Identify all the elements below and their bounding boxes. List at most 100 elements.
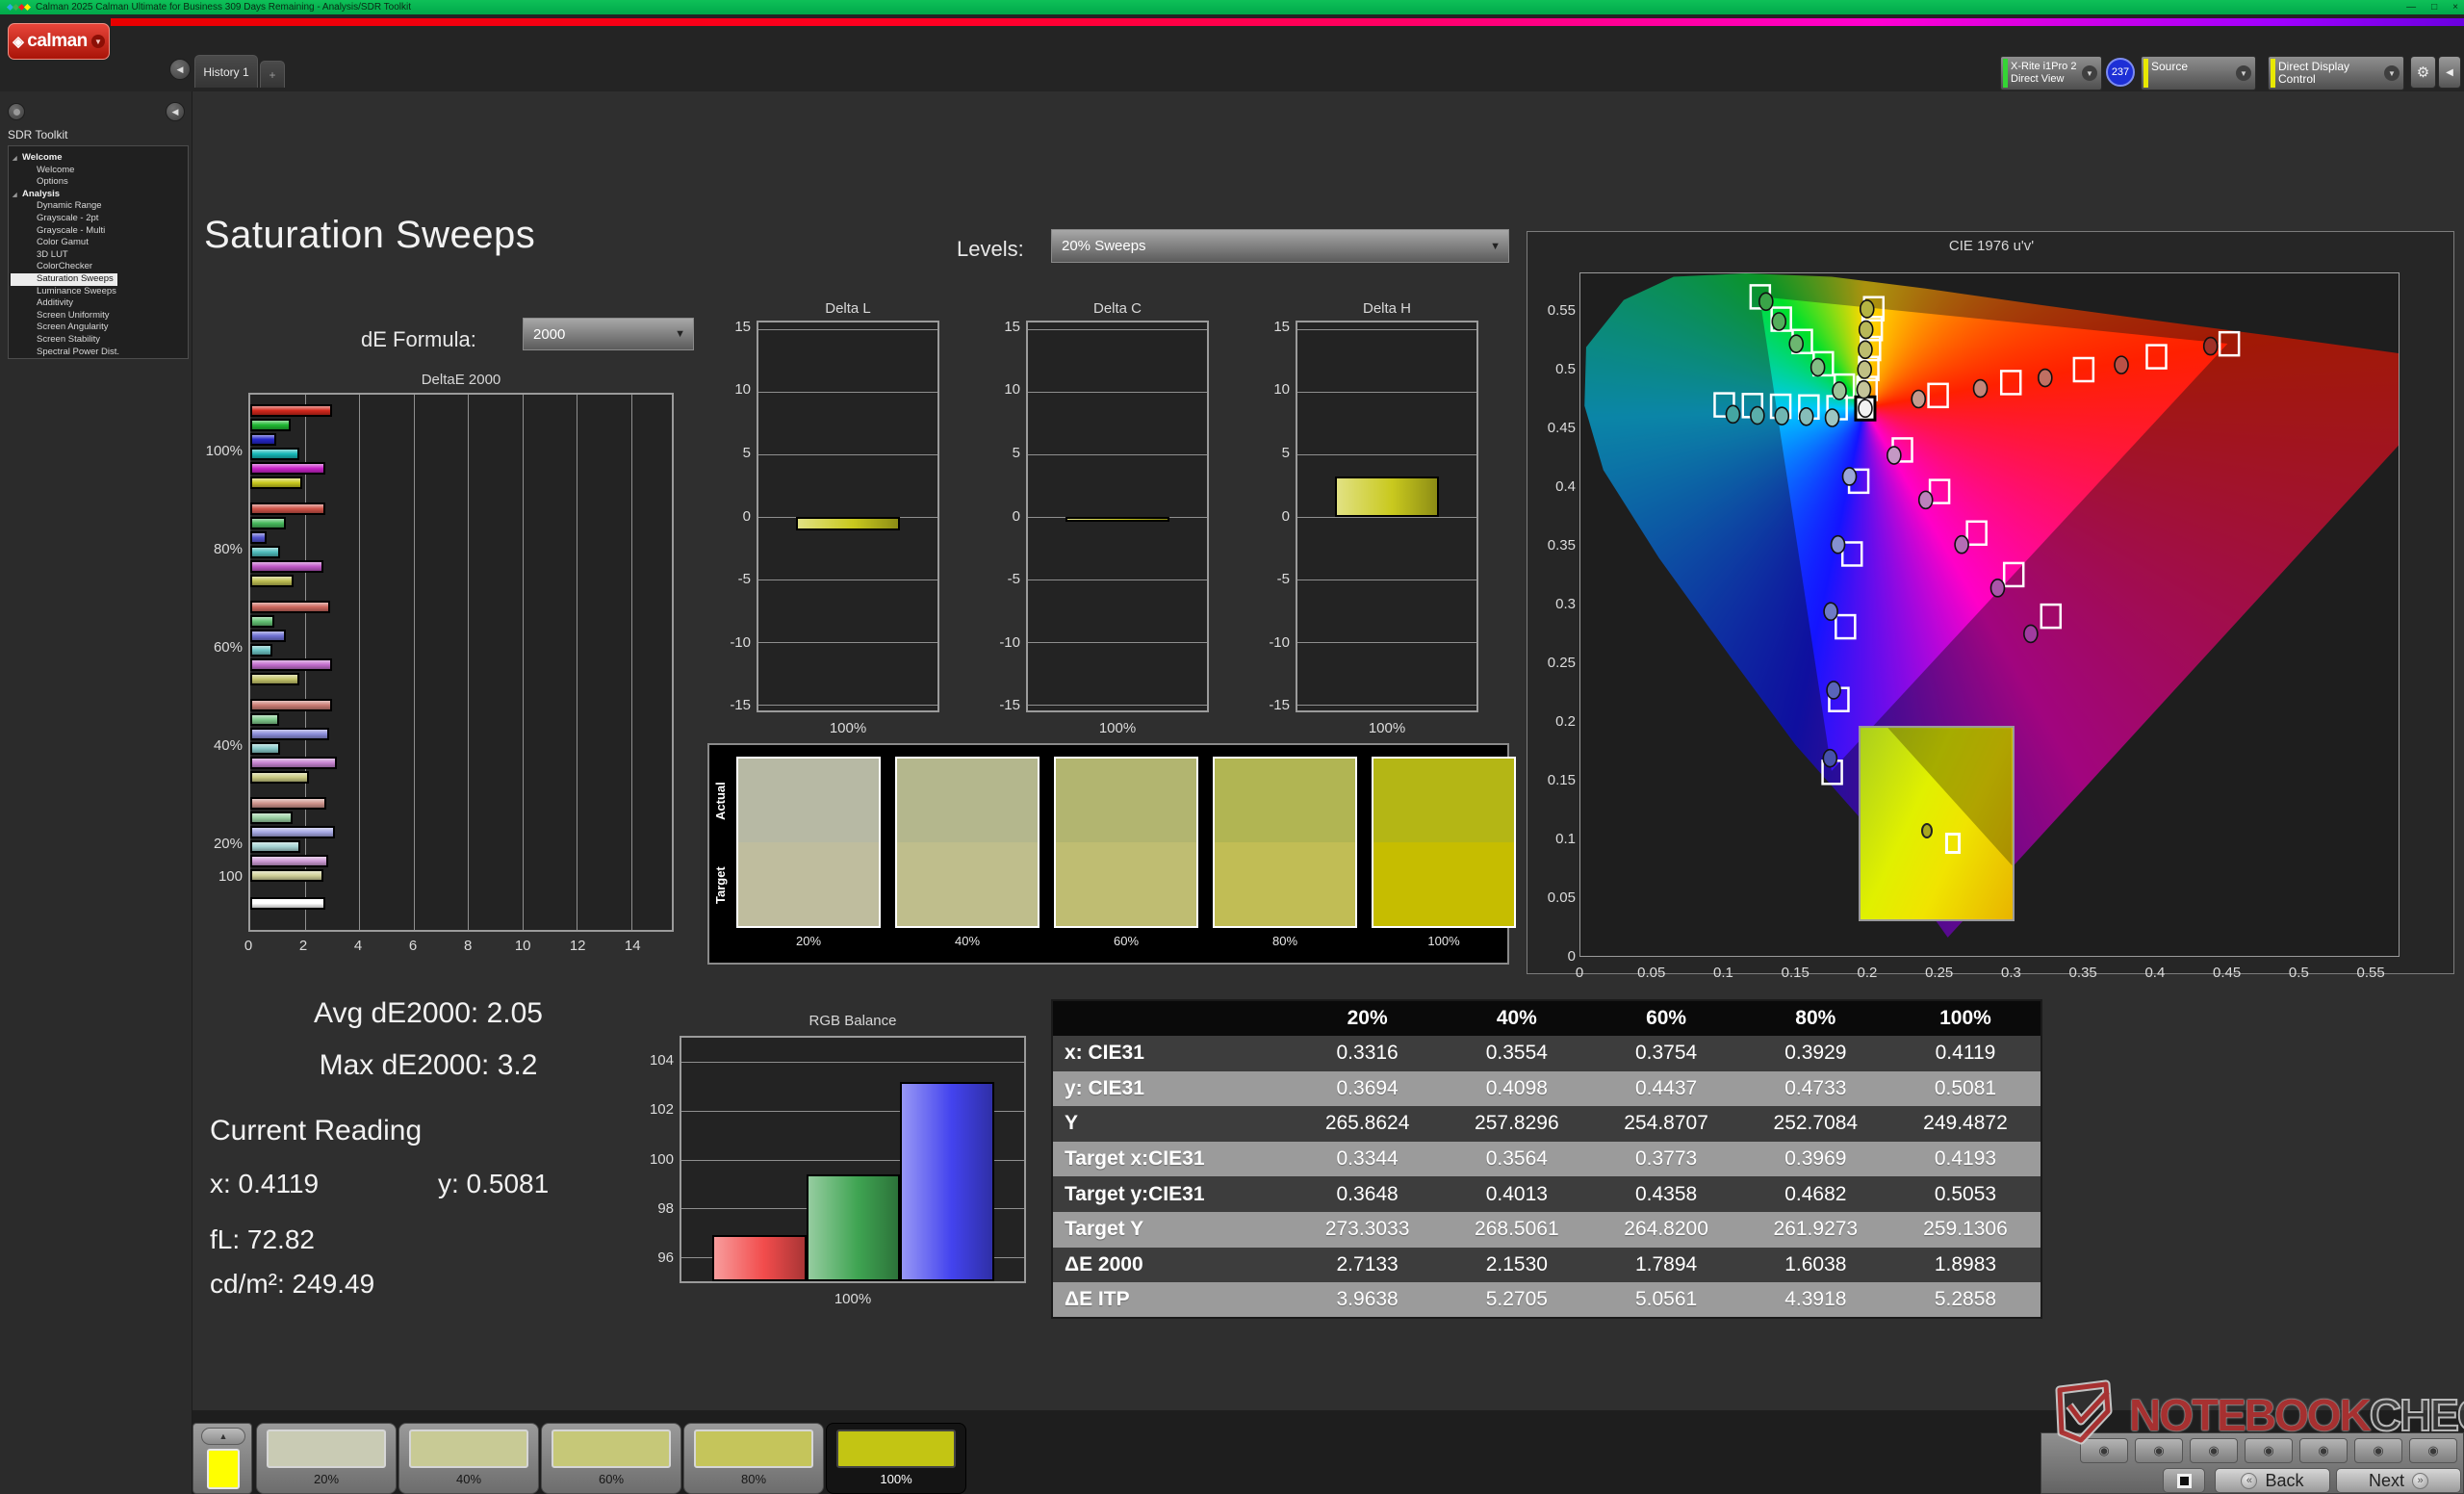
measured-marker	[1955, 536, 1968, 554]
sidebar-pin-button[interactable]	[8, 103, 25, 120]
expand-up-button[interactable]: ▲	[201, 1428, 245, 1445]
y-tick-label: -5	[982, 571, 1020, 587]
deltae-chart-title: DeltaE 2000	[248, 372, 674, 388]
media-button-3[interactable]: ◉	[2190, 1438, 2238, 1463]
levels-dropdown[interactable]: 20% Sweeps▼	[1051, 229, 1509, 263]
measured-marker	[1775, 407, 1788, 425]
pattern-thumb-40%[interactable]: 40%	[398, 1423, 539, 1494]
tree-section-welcome[interactable]: ◢Welcome	[11, 152, 186, 165]
table-cell: 0.4013	[1442, 1176, 1591, 1212]
measured-marker	[1974, 380, 1988, 398]
pattern-thumb-label: 20%	[257, 1472, 396, 1486]
pattern-thumb-60%[interactable]: 60%	[541, 1423, 681, 1494]
tree-expander-icon[interactable]: ◢	[13, 190, 17, 202]
display-status-edge	[2271, 59, 2275, 88]
measured-marker	[2039, 370, 2052, 387]
measured-marker	[1826, 409, 1839, 426]
tree-item-3d-lut[interactable]: 3D LUT	[11, 249, 186, 262]
meter-dropdown[interactable]: X-Rite i1Pro 2Direct View ▼	[2000, 56, 2102, 90]
tree-item-luminance-sweeps[interactable]: Luminance Sweeps	[11, 286, 186, 298]
deltae-bar-60%-green	[250, 615, 274, 628]
gridline	[1297, 517, 1476, 518]
window-title: Calman 2025 Calman Ultimate for Business…	[36, 2, 411, 13]
y-tick-label: -15	[712, 697, 751, 713]
de-formula-dropdown[interactable]: 2000▼	[523, 318, 694, 350]
display-control-dropdown[interactable]: Direct Display Control ▼	[2268, 56, 2404, 90]
tree-item-grayscale-multi[interactable]: Grayscale - Multi	[11, 225, 186, 238]
dot-icon	[13, 109, 20, 116]
table-cell: 0.3554	[1442, 1036, 1591, 1071]
measured-marker	[1833, 382, 1846, 399]
maximize-icon[interactable]: □	[2431, 3, 2437, 13]
rgb-x-label: 100%	[680, 1291, 1026, 1307]
back-button[interactable]: «Back	[2215, 1468, 2330, 1493]
x-tick-label: 2	[299, 938, 307, 954]
target-color	[1215, 842, 1355, 926]
cie-x-tick: 0.35	[2069, 965, 2097, 981]
deltae-bar-20%-blue	[250, 826, 335, 838]
tree-item-options[interactable]: Options	[11, 176, 186, 189]
tree-item-colorchecker[interactable]: ColorChecker	[11, 261, 186, 273]
tree-item-screen-angularity[interactable]: Screen Angularity	[11, 322, 186, 334]
current-pattern-swatch[interactable]	[207, 1449, 240, 1489]
minimize-icon[interactable]: —	[2406, 3, 2416, 13]
media-button-6[interactable]: ◉	[2354, 1438, 2402, 1463]
table-header-cell: 40%	[1442, 1000, 1591, 1036]
panel-collapse-button[interactable]: ◀	[2438, 56, 2461, 89]
chevron-down-icon: ▼	[1490, 241, 1501, 252]
delta-chart-title: Delta L	[757, 300, 939, 317]
stop-icon	[2177, 1474, 2192, 1488]
tree-item-spectral-power-dist[interactable]: Spectral Power Dist.	[11, 347, 186, 359]
measured-marker	[1859, 341, 1872, 358]
measured-marker	[1887, 447, 1901, 464]
gridline	[1297, 705, 1476, 706]
close-icon[interactable]: ×	[2452, 3, 2458, 13]
measured-marker	[1827, 682, 1840, 699]
media-button-5[interactable]: ◉	[2299, 1438, 2348, 1463]
tab-scroll-left-button[interactable]: ◀	[169, 59, 191, 80]
table-cell: 0.3564	[1442, 1142, 1591, 1177]
deltae-bar-80%-blue	[250, 531, 267, 544]
triangle-up-icon: ▲	[219, 1431, 228, 1441]
meter-count-badge[interactable]: 237	[2106, 58, 2135, 87]
source-dropdown[interactable]: Source ▼	[2141, 56, 2256, 90]
footer-bar: ▲ 20%40%60%80%100% ◉◉◉◉◉◉◉ «Back Next»	[192, 1410, 2464, 1494]
deltae-group-label: 40%	[192, 737, 243, 754]
y-tick-label: 10	[982, 381, 1020, 398]
y-tick-label: 0	[712, 508, 751, 525]
pattern-thumb-80%[interactable]: 80%	[683, 1423, 824, 1494]
tree-item-welcome[interactable]: Welcome	[11, 165, 186, 177]
media-button-1[interactable]: ◉	[2080, 1438, 2128, 1463]
tree-item-grayscale-2pt[interactable]: Grayscale - 2pt	[11, 213, 186, 225]
pattern-thumb-20%[interactable]: 20%	[256, 1423, 397, 1494]
tree-section-analysis[interactable]: ◢Analysis	[11, 189, 186, 201]
stop-button[interactable]	[2163, 1468, 2205, 1493]
tree-expander-icon[interactable]: ◢	[13, 153, 17, 166]
tree-item-dynamic-range[interactable]: Dynamic Range	[11, 200, 186, 213]
calman-menu-button[interactable]: ◈ calman ▼	[8, 23, 110, 60]
delta-chart-delta-l	[757, 321, 939, 712]
tree-item-screen-uniformity[interactable]: Screen Uniformity	[11, 310, 186, 322]
media-button-4[interactable]: ◉	[2245, 1438, 2293, 1463]
tree-item-additivity[interactable]: Additivity	[11, 297, 186, 310]
sidebar-collapse-button[interactable]: ◀	[166, 102, 185, 121]
deltae-bar-80%-green	[250, 517, 286, 529]
y-tick-label: -10	[712, 634, 751, 651]
swatch-20%	[736, 757, 881, 928]
tree-item-color-gamut[interactable]: Color Gamut	[11, 237, 186, 249]
add-tab-button[interactable]: +	[260, 61, 285, 88]
tab-history-1[interactable]: History 1	[194, 55, 258, 88]
pattern-thumb-100%[interactable]: 100%	[826, 1423, 966, 1494]
gridline	[681, 1062, 1024, 1063]
settings-gear-button[interactable]: ⚙	[2410, 56, 2436, 89]
next-button[interactable]: Next»	[2336, 1468, 2461, 1493]
tree-item-screen-stability[interactable]: Screen Stability	[11, 334, 186, 347]
media-button-2[interactable]: ◉	[2135, 1438, 2183, 1463]
table-cell: 261.9273	[1741, 1212, 1890, 1248]
tree-item-saturation-sweeps[interactable]: Saturation Sweeps	[11, 273, 117, 286]
rgb-bar-green	[807, 1174, 901, 1281]
media-button-7[interactable]: ◉	[2409, 1438, 2457, 1463]
calman-logo-text: calman	[27, 31, 87, 52]
table-cell: 2.7133	[1293, 1248, 1442, 1283]
table-cell: 0.3969	[1741, 1142, 1890, 1177]
